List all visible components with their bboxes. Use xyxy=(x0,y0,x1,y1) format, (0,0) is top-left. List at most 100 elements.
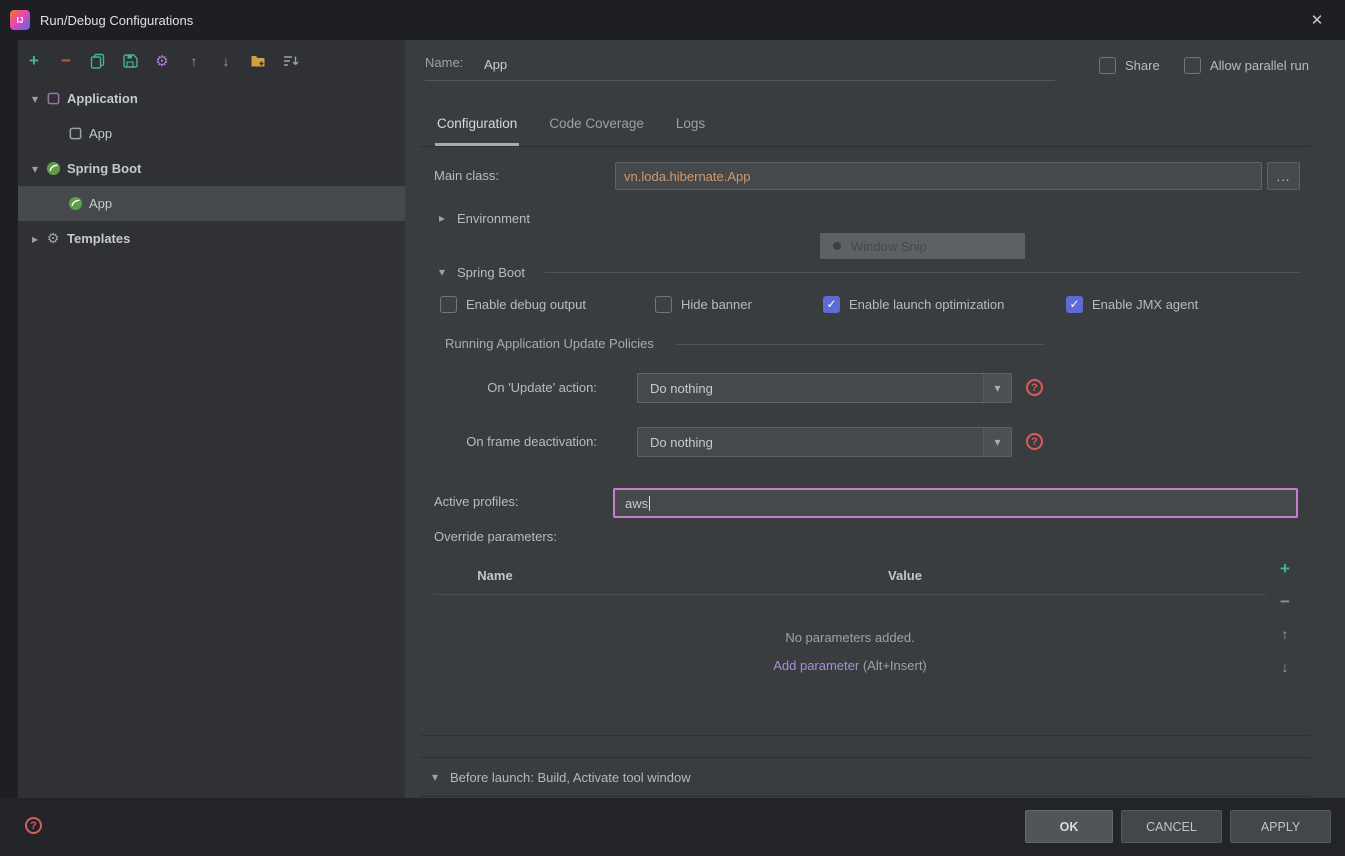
tree-item-label: Spring Boot xyxy=(67,161,141,176)
selected-value: Do nothing xyxy=(638,428,983,456)
text-caret xyxy=(649,496,650,511)
add-icon[interactable]: + xyxy=(24,51,44,71)
before-launch-separator xyxy=(420,796,1311,797)
spring-boot-section-toggle[interactable]: ▾ Spring Boot xyxy=(439,262,525,282)
name-label: Name: xyxy=(425,55,463,70)
move-up-icon[interactable]: ↑ xyxy=(1274,623,1296,645)
selected-value: Do nothing xyxy=(638,374,983,402)
tab-bar: Configuration Code Coverage Logs xyxy=(435,101,707,146)
tab-code-coverage[interactable]: Code Coverage xyxy=(547,101,646,146)
environment-label: Environment xyxy=(457,211,530,226)
help-icon[interactable]: ? xyxy=(25,817,42,834)
close-icon[interactable]: ✕ xyxy=(1299,0,1335,40)
chevron-down-icon[interactable]: ▾ xyxy=(439,265,449,279)
checkbox-checked[interactable]: ✓ xyxy=(1066,296,1083,313)
checkbox-checked[interactable]: ✓ xyxy=(823,296,840,313)
main-class-input[interactable]: vn.loda.hibernate.App xyxy=(615,162,1262,190)
configurations-sidebar: + − ⚙ ↑ ↓ ▾ Application App ▾ xyxy=(18,40,405,798)
active-profiles-value: aws xyxy=(625,496,648,511)
name-field-underline xyxy=(425,80,1055,81)
spring-boot-section-label: Spring Boot xyxy=(457,265,525,280)
chevron-down-icon[interactable]: ▾ xyxy=(26,92,44,106)
name-input[interactable]: App xyxy=(484,55,507,75)
enable-jmx-agent-checkbox[interactable]: ✓ Enable JMX agent xyxy=(1066,295,1198,313)
chevron-right-icon[interactable]: ▸ xyxy=(439,211,449,225)
checkbox-unchecked[interactable] xyxy=(1099,57,1116,74)
allow-parallel-run-checkbox[interactable]: Allow parallel run xyxy=(1184,56,1309,74)
check-icon: ✓ xyxy=(826,297,836,311)
application-icon xyxy=(44,90,62,108)
help-icon[interactable]: ? xyxy=(1026,433,1043,450)
tab-logs[interactable]: Logs xyxy=(674,101,707,146)
table-header-name: Name xyxy=(435,566,555,586)
table-header-separator xyxy=(434,594,1266,595)
dialog-footer: ? OK CANCEL APPLY xyxy=(0,798,1345,856)
add-parameter-link[interactable]: Add parameter xyxy=(773,658,859,673)
sidebar-toolbar: + − ⚙ ↑ ↓ xyxy=(18,40,405,81)
tree-item-spring-boot-group[interactable]: ▾ Spring Boot xyxy=(18,151,405,186)
update-policies-section-label: Running Application Update Policies xyxy=(445,336,654,351)
add-parameter-shortcut: (Alt+Insert) xyxy=(859,658,927,673)
sort-icon[interactable] xyxy=(280,51,300,71)
chevron-down-icon[interactable]: ▾ xyxy=(983,374,1011,402)
remove-icon[interactable]: − xyxy=(56,51,76,71)
intellij-logo-icon: IJ xyxy=(10,10,30,30)
share-checkbox[interactable]: Share xyxy=(1099,56,1160,74)
tree-item-spring-boot-app[interactable]: App xyxy=(18,186,405,221)
application-icon xyxy=(66,125,84,143)
checkbox-label: Enable JMX agent xyxy=(1092,297,1198,312)
checkbox-unchecked[interactable] xyxy=(440,296,457,313)
checkbox-label: Hide banner xyxy=(681,297,752,312)
on-frame-deactivation-select[interactable]: Do nothing ▾ xyxy=(637,427,1012,457)
save-icon[interactable] xyxy=(120,51,140,71)
window-snip-label: Window Snip xyxy=(851,239,927,254)
tree-item-templates[interactable]: ▸ ⚙ Templates xyxy=(18,221,405,256)
enable-launch-optimization-checkbox[interactable]: ✓ Enable launch optimization xyxy=(823,295,1004,313)
chevron-down-icon[interactable]: ▾ xyxy=(432,770,442,784)
tree-item-application-app[interactable]: App xyxy=(18,116,405,151)
gear-icon: ⚙ xyxy=(44,230,62,248)
browse-button[interactable]: ... xyxy=(1267,162,1300,190)
chevron-down-icon[interactable]: ▾ xyxy=(983,428,1011,456)
enable-debug-output-checkbox[interactable]: Enable debug output xyxy=(440,295,586,313)
help-icon[interactable]: ? xyxy=(1026,379,1043,396)
add-parameter-icon[interactable]: + xyxy=(1274,558,1296,580)
tree-item-label: App xyxy=(89,196,112,211)
on-update-action-select[interactable]: Do nothing ▾ xyxy=(637,373,1012,403)
active-profiles-input[interactable]: aws xyxy=(613,488,1298,518)
chevron-down-icon[interactable]: ▾ xyxy=(26,162,44,176)
tree-item-application-group[interactable]: ▾ Application xyxy=(18,81,405,116)
apply-button[interactable]: APPLY xyxy=(1230,810,1331,843)
window-snip-overlay: Window Snip xyxy=(820,233,1025,259)
remove-parameter-icon[interactable]: − xyxy=(1274,591,1296,613)
move-down-icon[interactable]: ↓ xyxy=(1274,656,1296,678)
cancel-button[interactable]: CANCEL xyxy=(1121,810,1222,843)
ok-button[interactable]: OK xyxy=(1025,810,1113,843)
table-header-value: Value xyxy=(825,566,985,586)
allow-parallel-run-label: Allow parallel run xyxy=(1210,58,1309,73)
hide-banner-checkbox[interactable]: Hide banner xyxy=(655,295,752,313)
configuration-editor-panel: Name: App Share Allow parallel run Confi… xyxy=(405,40,1345,798)
before-launch-label: Before launch: Build, Activate tool wind… xyxy=(450,770,691,785)
edit-defaults-icon[interactable]: ⚙ xyxy=(152,51,172,71)
section-separator xyxy=(545,272,1300,273)
move-down-icon[interactable]: ↓ xyxy=(216,51,236,71)
checkbox-unchecked[interactable] xyxy=(655,296,672,313)
spring-boot-icon xyxy=(44,160,62,178)
tree-item-label: App xyxy=(89,126,112,141)
title-bar: IJ Run/Debug Configurations ✕ xyxy=(0,0,1345,40)
tab-configuration[interactable]: Configuration xyxy=(435,101,519,146)
move-up-icon[interactable]: ↑ xyxy=(184,51,204,71)
table-bottom-separator xyxy=(420,735,1311,736)
chevron-right-icon[interactable]: ▸ xyxy=(26,232,44,246)
new-folder-icon[interactable] xyxy=(248,51,268,71)
on-frame-deactivation-label: On frame deactivation: xyxy=(432,427,597,457)
environment-section-toggle[interactable]: ▸ Environment xyxy=(439,208,530,228)
checkbox-label: Enable launch optimization xyxy=(849,297,1004,312)
before-launch-section-toggle[interactable]: ▾ Before launch: Build, Activate tool wi… xyxy=(432,767,691,787)
checkbox-unchecked[interactable] xyxy=(1184,57,1201,74)
tree-item-label: Application xyxy=(67,91,138,106)
snip-dot-icon xyxy=(833,242,841,250)
copy-icon[interactable] xyxy=(88,51,108,71)
tab-separator xyxy=(420,146,1311,147)
